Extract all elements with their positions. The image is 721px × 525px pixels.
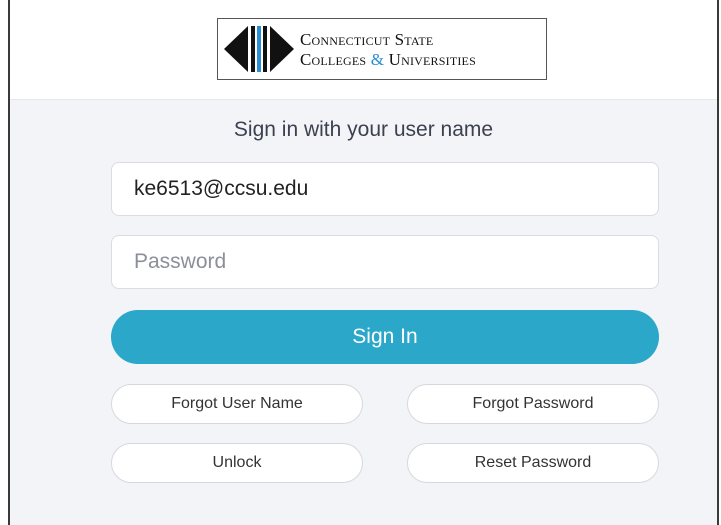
login-frame: Connecticut State Colleges & Universitie… (8, 0, 719, 525)
forgot-user-name-button[interactable]: Forgot User Name (111, 384, 363, 424)
logo-text: Connecticut State Colleges & Universitie… (300, 30, 476, 70)
password-input[interactable] (111, 235, 659, 289)
unlock-button[interactable]: Unlock (111, 443, 363, 483)
logo-line-1: Connecticut State (300, 30, 434, 49)
logo-line-2: Colleges & Universities (300, 50, 476, 70)
csu-logo: Connecticut State Colleges & Universitie… (217, 18, 547, 80)
page-title: Sign in with your user name (233, 118, 494, 141)
logo-line-2-start: Colleges (300, 50, 371, 69)
username-input[interactable] (111, 162, 659, 216)
reset-password-button[interactable]: Reset Password (407, 443, 659, 483)
header: Connecticut State Colleges & Universitie… (10, 0, 717, 100)
sign-in-button[interactable]: Sign In (111, 310, 659, 364)
logo-ampersand: & (370, 50, 385, 69)
csu-logo-icon (224, 26, 294, 72)
logo-line-2-end: Universities (384, 50, 476, 69)
forgot-password-button[interactable]: Forgot Password (407, 384, 659, 424)
